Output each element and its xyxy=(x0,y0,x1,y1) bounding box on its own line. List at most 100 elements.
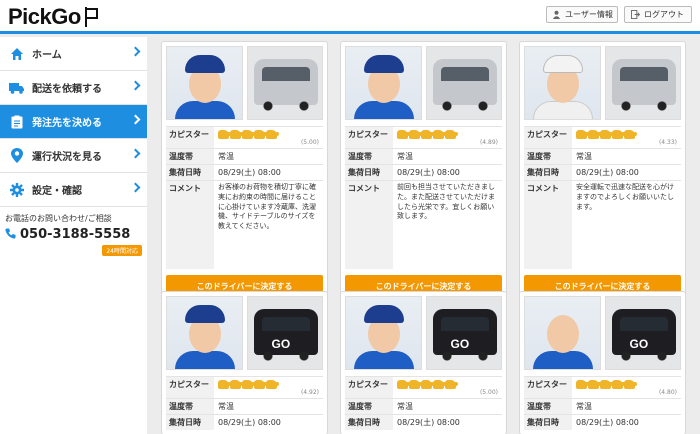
sidebar-item-label: 配送を依頼する xyxy=(32,84,102,95)
vehicle-photo: GO xyxy=(425,296,502,370)
pickup-label: 集荷日時 xyxy=(524,165,572,180)
user-icon xyxy=(552,10,561,20)
pickup-value: 08/29(土) 08:00 xyxy=(576,418,639,427)
flag-icon xyxy=(83,7,98,27)
chevron-right-icon xyxy=(130,80,141,91)
star-icon xyxy=(409,380,422,389)
logout-icon xyxy=(630,10,640,20)
home-icon xyxy=(8,45,26,63)
temperature-label: 温度帯 xyxy=(524,399,572,414)
driver-card: カピスター (5.00) 温度帯 常温 集荷日時 08/29(土) 08:00 … xyxy=(161,41,328,302)
vehicle-photo: GO xyxy=(604,296,681,370)
star-icon xyxy=(254,380,267,389)
star-icon xyxy=(218,380,231,389)
rating-label: カピスター xyxy=(166,127,214,148)
star-icon xyxy=(576,130,589,139)
vehicle-photo: GO xyxy=(246,296,323,370)
star-icon xyxy=(588,380,601,389)
driver-card: GO カピスター (4.92) 温度帯 常温 集荷日時 08/29(土) 08:… xyxy=(161,291,328,434)
comment-value: 前回も担当させていただきました。また配送させていただけましたら光栄です。宜しくお… xyxy=(397,183,495,221)
logo[interactable]: PickGo xyxy=(8,4,98,30)
sidebar-item-status[interactable]: 運行状況を見る xyxy=(0,139,147,173)
temperature-label: 温度帯 xyxy=(166,149,214,164)
rating-label: カピスター xyxy=(524,127,572,148)
sidebar-item-home[interactable]: ホーム xyxy=(0,37,147,71)
star-icon xyxy=(218,130,231,139)
phone-number: 050-3188-5558 xyxy=(20,227,131,242)
rating-score: (4.80) xyxy=(658,389,677,396)
temperature-value: 常温 xyxy=(576,402,592,411)
star-icon xyxy=(612,380,625,389)
star-icon xyxy=(254,130,267,139)
star-icon xyxy=(421,380,434,389)
pickup-label: 集荷日時 xyxy=(166,165,214,180)
star-icon xyxy=(576,380,589,389)
rating-stars xyxy=(218,130,319,139)
chevron-right-icon xyxy=(130,148,141,159)
star-icon xyxy=(433,130,446,139)
temperature-value: 常温 xyxy=(576,152,592,161)
rating-stars xyxy=(397,380,498,389)
star-icon xyxy=(445,130,458,139)
sidebar-item-label: 設定・確認 xyxy=(32,186,82,197)
driver-card: カピスター (4.33) 温度帯 常温 集荷日時 08/29(土) 08:00 … xyxy=(519,41,686,302)
rating-label: カピスター xyxy=(345,377,393,398)
logo-text: PickGo xyxy=(8,4,81,29)
comment-label: コメント xyxy=(345,181,393,269)
star-icon xyxy=(230,380,243,389)
driver-photo xyxy=(345,296,422,370)
pickup-value: 08/29(土) 08:00 xyxy=(397,418,460,427)
sidebar: ホーム 配送を依頼する 発注先を決める 運行状況を見る 設定・確認 お電話のお問… xyxy=(0,37,147,434)
vehicle-photo xyxy=(425,46,502,120)
comment-value: 安全運転で迅速な配送を心がけますのでよろしくお願いいたします。 xyxy=(576,183,674,211)
logout-button[interactable]: ログアウト xyxy=(624,6,692,23)
chevron-right-icon xyxy=(130,46,141,57)
temperature-value: 常温 xyxy=(397,402,413,411)
star-icon xyxy=(600,130,613,139)
driver-photo xyxy=(166,46,243,120)
contact-box: お電話のお問い合わせ/ご相談 050-3188-5558 24時間対応 xyxy=(0,207,147,256)
temperature-label: 温度帯 xyxy=(166,399,214,414)
comment-label: コメント xyxy=(524,181,572,269)
pickup-value: 08/29(土) 08:00 xyxy=(576,168,639,177)
truck-icon xyxy=(8,79,26,97)
contact-phone[interactable]: 050-3188-5558 xyxy=(5,227,142,242)
star-icon xyxy=(588,130,601,139)
map-pin-icon xyxy=(8,147,26,165)
comment-value: お客様のお荷物を積切丁寧に確実にお約束の時間に届けることに心掛けています冷蔵庫、… xyxy=(218,183,316,231)
sidebar-item-choose-driver[interactable]: 発注先を決める xyxy=(0,105,147,139)
star-icon xyxy=(242,380,255,389)
app-header: PickGo ユーザー情報 ログアウト xyxy=(0,0,700,34)
rating-stars xyxy=(218,380,319,389)
star-icon xyxy=(445,380,458,389)
star-icon xyxy=(624,380,637,389)
sidebar-item-label: ホーム xyxy=(32,50,62,61)
driver-photo xyxy=(345,46,422,120)
sidebar-item-request-delivery[interactable]: 配送を依頼する xyxy=(0,71,147,105)
pickup-value: 08/29(土) 08:00 xyxy=(218,418,281,427)
contact-label: お電話のお問い合わせ/ご相談 xyxy=(5,214,112,223)
pickup-label: 集荷日時 xyxy=(345,415,393,430)
driver-card: GO カピスター (4.80) 温度帯 常温 集荷日時 08/29(土) 08:… xyxy=(519,291,686,434)
star-icon xyxy=(230,130,243,139)
sidebar-item-settings[interactable]: 設定・確認 xyxy=(0,173,147,207)
star-icon xyxy=(421,130,434,139)
star-icon xyxy=(612,130,625,139)
star-icon xyxy=(266,130,279,139)
pickup-label: 集荷日時 xyxy=(166,415,214,430)
driver-photo xyxy=(524,296,601,370)
temperature-value: 常温 xyxy=(218,402,234,411)
rating-label: カピスター xyxy=(166,377,214,398)
gear-icon xyxy=(8,181,26,199)
rating-stars xyxy=(576,130,677,139)
rating-score: (4.89) xyxy=(479,139,498,146)
temperature-label: 温度帯 xyxy=(345,399,393,414)
24h-badge: 24時間対応 xyxy=(102,245,142,256)
user-info-label: ユーザー情報 xyxy=(565,10,613,19)
phone-icon xyxy=(5,227,16,242)
user-info-button[interactable]: ユーザー情報 xyxy=(546,6,618,23)
sidebar-item-label: 運行状況を見る xyxy=(32,152,102,163)
comment-label: コメント xyxy=(166,181,214,269)
star-icon xyxy=(397,380,410,389)
driver-photo xyxy=(166,296,243,370)
